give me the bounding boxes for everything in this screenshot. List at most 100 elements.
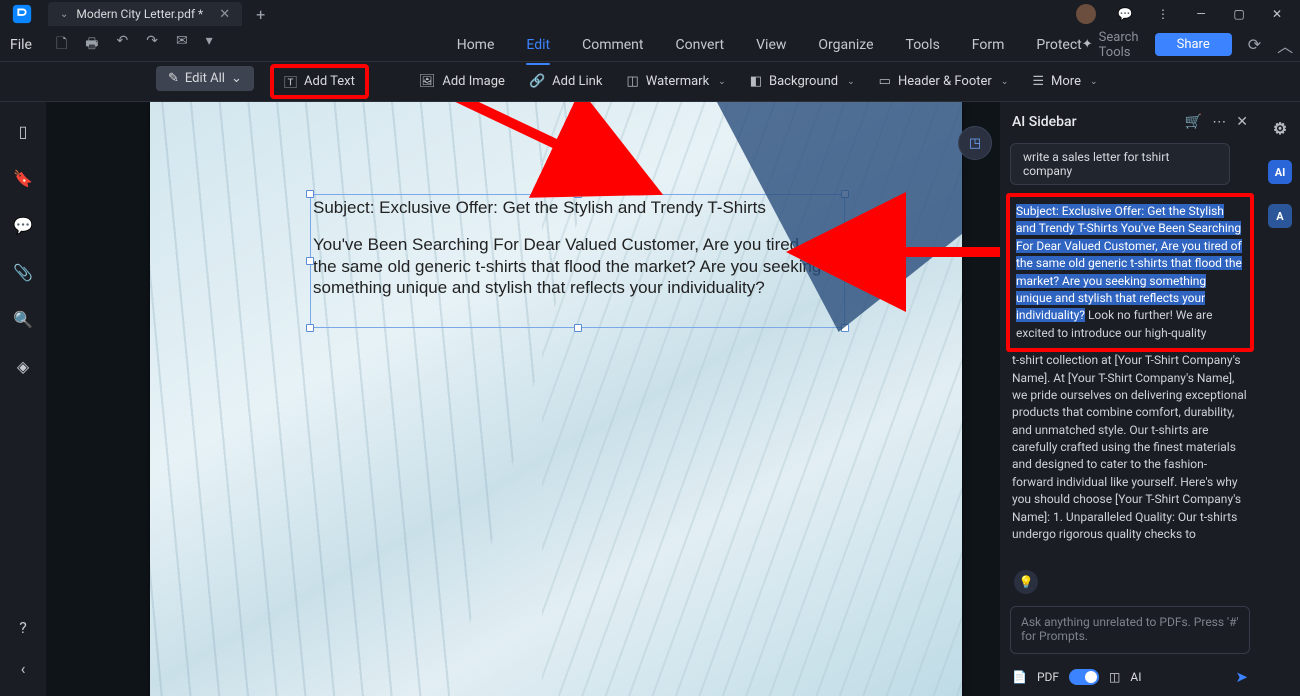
maximize-button[interactable]: ▢ xyxy=(1230,5,1248,23)
text-subject[interactable]: Subject: Exclusive Offer: Get the Stylis… xyxy=(313,197,842,218)
ai-badge-icon[interactable]: ◳ xyxy=(958,126,992,160)
collapse-ribbon-icon[interactable]: ︿ xyxy=(1277,33,1293,57)
caret-down-icon: ⌄ xyxy=(231,71,242,86)
nav-protect[interactable]: Protect xyxy=(1036,31,1081,59)
thumbnail-icon[interactable]: ▯ xyxy=(19,122,28,141)
background-label: Background xyxy=(769,74,838,89)
resize-handle[interactable] xyxy=(306,257,314,265)
add-link-tool[interactable]: 🔗 Add Link xyxy=(529,74,603,89)
comment-panel-icon[interactable]: 💬 xyxy=(13,216,33,235)
pdf-page[interactable]: Subject: Exclusive Offer: Get the Stylis… xyxy=(150,102,962,696)
edit-ribbon: ✎ Edit All ⌄ 🅃 Add Text 🖼 Add Image 🔗 Ad… xyxy=(0,62,1300,102)
left-sidebar: ▯ 🔖 💬 📎 🔍 ◈ ? ‹ xyxy=(0,102,46,696)
document-tab[interactable]: ⌄ Modern City Letter.pdf * ✕ xyxy=(48,2,242,26)
resize-handle[interactable] xyxy=(841,324,849,332)
app-logo xyxy=(4,0,40,28)
user-avatar[interactable] xyxy=(1076,4,1096,24)
ai-mode-label: AI xyxy=(1130,670,1141,684)
text-body[interactable]: You've Been Searching For Dear Valued Cu… xyxy=(313,234,842,298)
filter-icon[interactable]: ▾ xyxy=(206,33,213,57)
nav-view[interactable]: View xyxy=(756,31,786,59)
idea-icon[interactable]: 💡 xyxy=(1014,570,1038,594)
pdf-mode-icon: 📄 xyxy=(1012,670,1027,684)
add-text-tool[interactable]: 🅃 Add Text xyxy=(270,64,369,99)
help-icon[interactable]: ? xyxy=(19,618,27,637)
nav-form[interactable]: Form xyxy=(972,31,1005,59)
nav-comment[interactable]: Comment xyxy=(582,31,643,59)
search-placeholder: Search Tools xyxy=(1099,30,1139,60)
settings-sliders-icon[interactable]: ⚙ xyxy=(1268,116,1292,140)
ai-response-rest: t-shirt collection at [Your T-Shirt Comp… xyxy=(1000,352,1260,549)
send-icon[interactable]: ➤ xyxy=(1235,668,1248,686)
new-tab-button[interactable]: + xyxy=(256,5,265,24)
search-panel-icon[interactable]: 🔍 xyxy=(13,310,33,329)
sidebar-title: AI Sidebar xyxy=(1012,114,1077,130)
file-menu[interactable]: File xyxy=(10,37,32,53)
resize-handle[interactable] xyxy=(306,324,314,332)
chat-icon[interactable]: 💬 xyxy=(1116,5,1134,23)
undo-icon[interactable]: ↶ xyxy=(116,33,128,57)
caret-down-icon: ⌄ xyxy=(847,77,855,87)
close-window-button[interactable]: ✕ xyxy=(1268,5,1286,23)
background-tool[interactable]: ◧ Background ⌄ xyxy=(750,74,855,89)
image-icon: 🖼 xyxy=(419,74,436,89)
word-export-icon[interactable]: A xyxy=(1268,204,1292,228)
pdf-ai-toggle[interactable] xyxy=(1069,669,1099,685)
edit-all-dropdown[interactable]: ✎ Edit All ⌄ xyxy=(156,66,254,91)
nav-home[interactable]: Home xyxy=(457,31,495,59)
document-canvas[interactable]: Subject: Exclusive Offer: Get the Stylis… xyxy=(46,102,1000,696)
close-tab-icon[interactable]: ✕ xyxy=(219,7,230,22)
add-image-tool[interactable]: 🖼 Add Image xyxy=(419,74,505,89)
more-label: More xyxy=(1051,74,1081,89)
resize-handle[interactable] xyxy=(574,324,582,332)
edit-all-label: Edit All xyxy=(185,71,225,86)
text-icon: 🅃 xyxy=(284,72,297,91)
more-tool[interactable]: ☰ More ⌄ xyxy=(1032,74,1097,89)
resize-handle[interactable] xyxy=(574,190,582,198)
chevron-down-icon: ⌄ xyxy=(60,9,68,20)
header-footer-icon: ▭ xyxy=(879,74,891,89)
resize-handle[interactable] xyxy=(841,190,849,198)
background-icon: ◧ xyxy=(750,74,762,89)
redo-icon[interactable]: ↷ xyxy=(146,33,158,57)
collapse-left-icon[interactable]: ‹ xyxy=(21,659,26,678)
nav-convert[interactable]: Convert xyxy=(676,31,725,59)
watermark-tool[interactable]: ◫ Watermark ⌄ xyxy=(626,74,725,89)
text-edit-frame[interactable]: Subject: Exclusive Offer: Get the Stylis… xyxy=(310,194,845,328)
ai-input-box[interactable]: Ask anything unrelated to PDFs. Press '#… xyxy=(1010,606,1250,654)
sparkle-icon: ✦ xyxy=(1082,37,1093,52)
search-tools[interactable]: ✦ Search Tools xyxy=(1082,30,1139,60)
ai-response-selected: Subject: Exclusive Offer: Get the Stylis… xyxy=(1016,204,1242,322)
print-icon[interactable]: 🖶 xyxy=(85,33,98,57)
more-vertical-icon[interactable]: ⋮ xyxy=(1154,5,1172,23)
header-footer-tool[interactable]: ▭ Header & Footer ⌄ xyxy=(879,74,1009,89)
user-prompt-bubble: write a sales letter for tshirt company xyxy=(1010,143,1230,185)
layers-icon[interactable]: ◈ xyxy=(17,357,29,376)
pen-icon: ✎ xyxy=(168,71,179,86)
add-image-label: Add Image xyxy=(442,74,505,89)
share-button[interactable]: Share xyxy=(1155,33,1232,56)
resize-handle[interactable] xyxy=(841,257,849,265)
nav-organize[interactable]: Organize xyxy=(818,31,873,59)
close-sidebar-icon[interactable]: ✕ xyxy=(1236,114,1248,130)
attachment-icon[interactable]: 📎 xyxy=(13,263,33,282)
bookmark-icon[interactable]: 🔖 xyxy=(13,169,33,188)
sidebar-more-icon[interactable]: ⋯ xyxy=(1212,114,1226,130)
add-text-label: Add Text xyxy=(304,74,355,89)
resize-handle[interactable] xyxy=(306,190,314,198)
add-link-label: Add Link xyxy=(552,74,602,89)
cart-icon[interactable]: 🛒 xyxy=(1185,114,1202,130)
cloud-icon[interactable]: ⟳ xyxy=(1248,35,1261,54)
ai-response-highlighted[interactable]: Subject: Exclusive Offer: Get the Stylis… xyxy=(1006,193,1254,352)
minimize-button[interactable]: — xyxy=(1192,5,1210,23)
ai-input-placeholder: Ask anything unrelated to PDFs. Press '#… xyxy=(1021,615,1239,643)
mail-icon[interactable]: ✉ xyxy=(176,33,188,57)
rotate-handle[interactable] xyxy=(574,169,582,177)
nav-tools[interactable]: Tools xyxy=(906,31,940,59)
tab-title: Modern City Letter.pdf * xyxy=(76,7,203,21)
nav-edit[interactable]: Edit xyxy=(526,31,550,59)
save-icon[interactable]: 🗋 xyxy=(56,33,67,57)
ai-tool-icon[interactable]: AI xyxy=(1268,160,1292,184)
link-icon: 🔗 xyxy=(529,74,545,89)
ai-mode-icon: ◫ xyxy=(1109,670,1120,684)
